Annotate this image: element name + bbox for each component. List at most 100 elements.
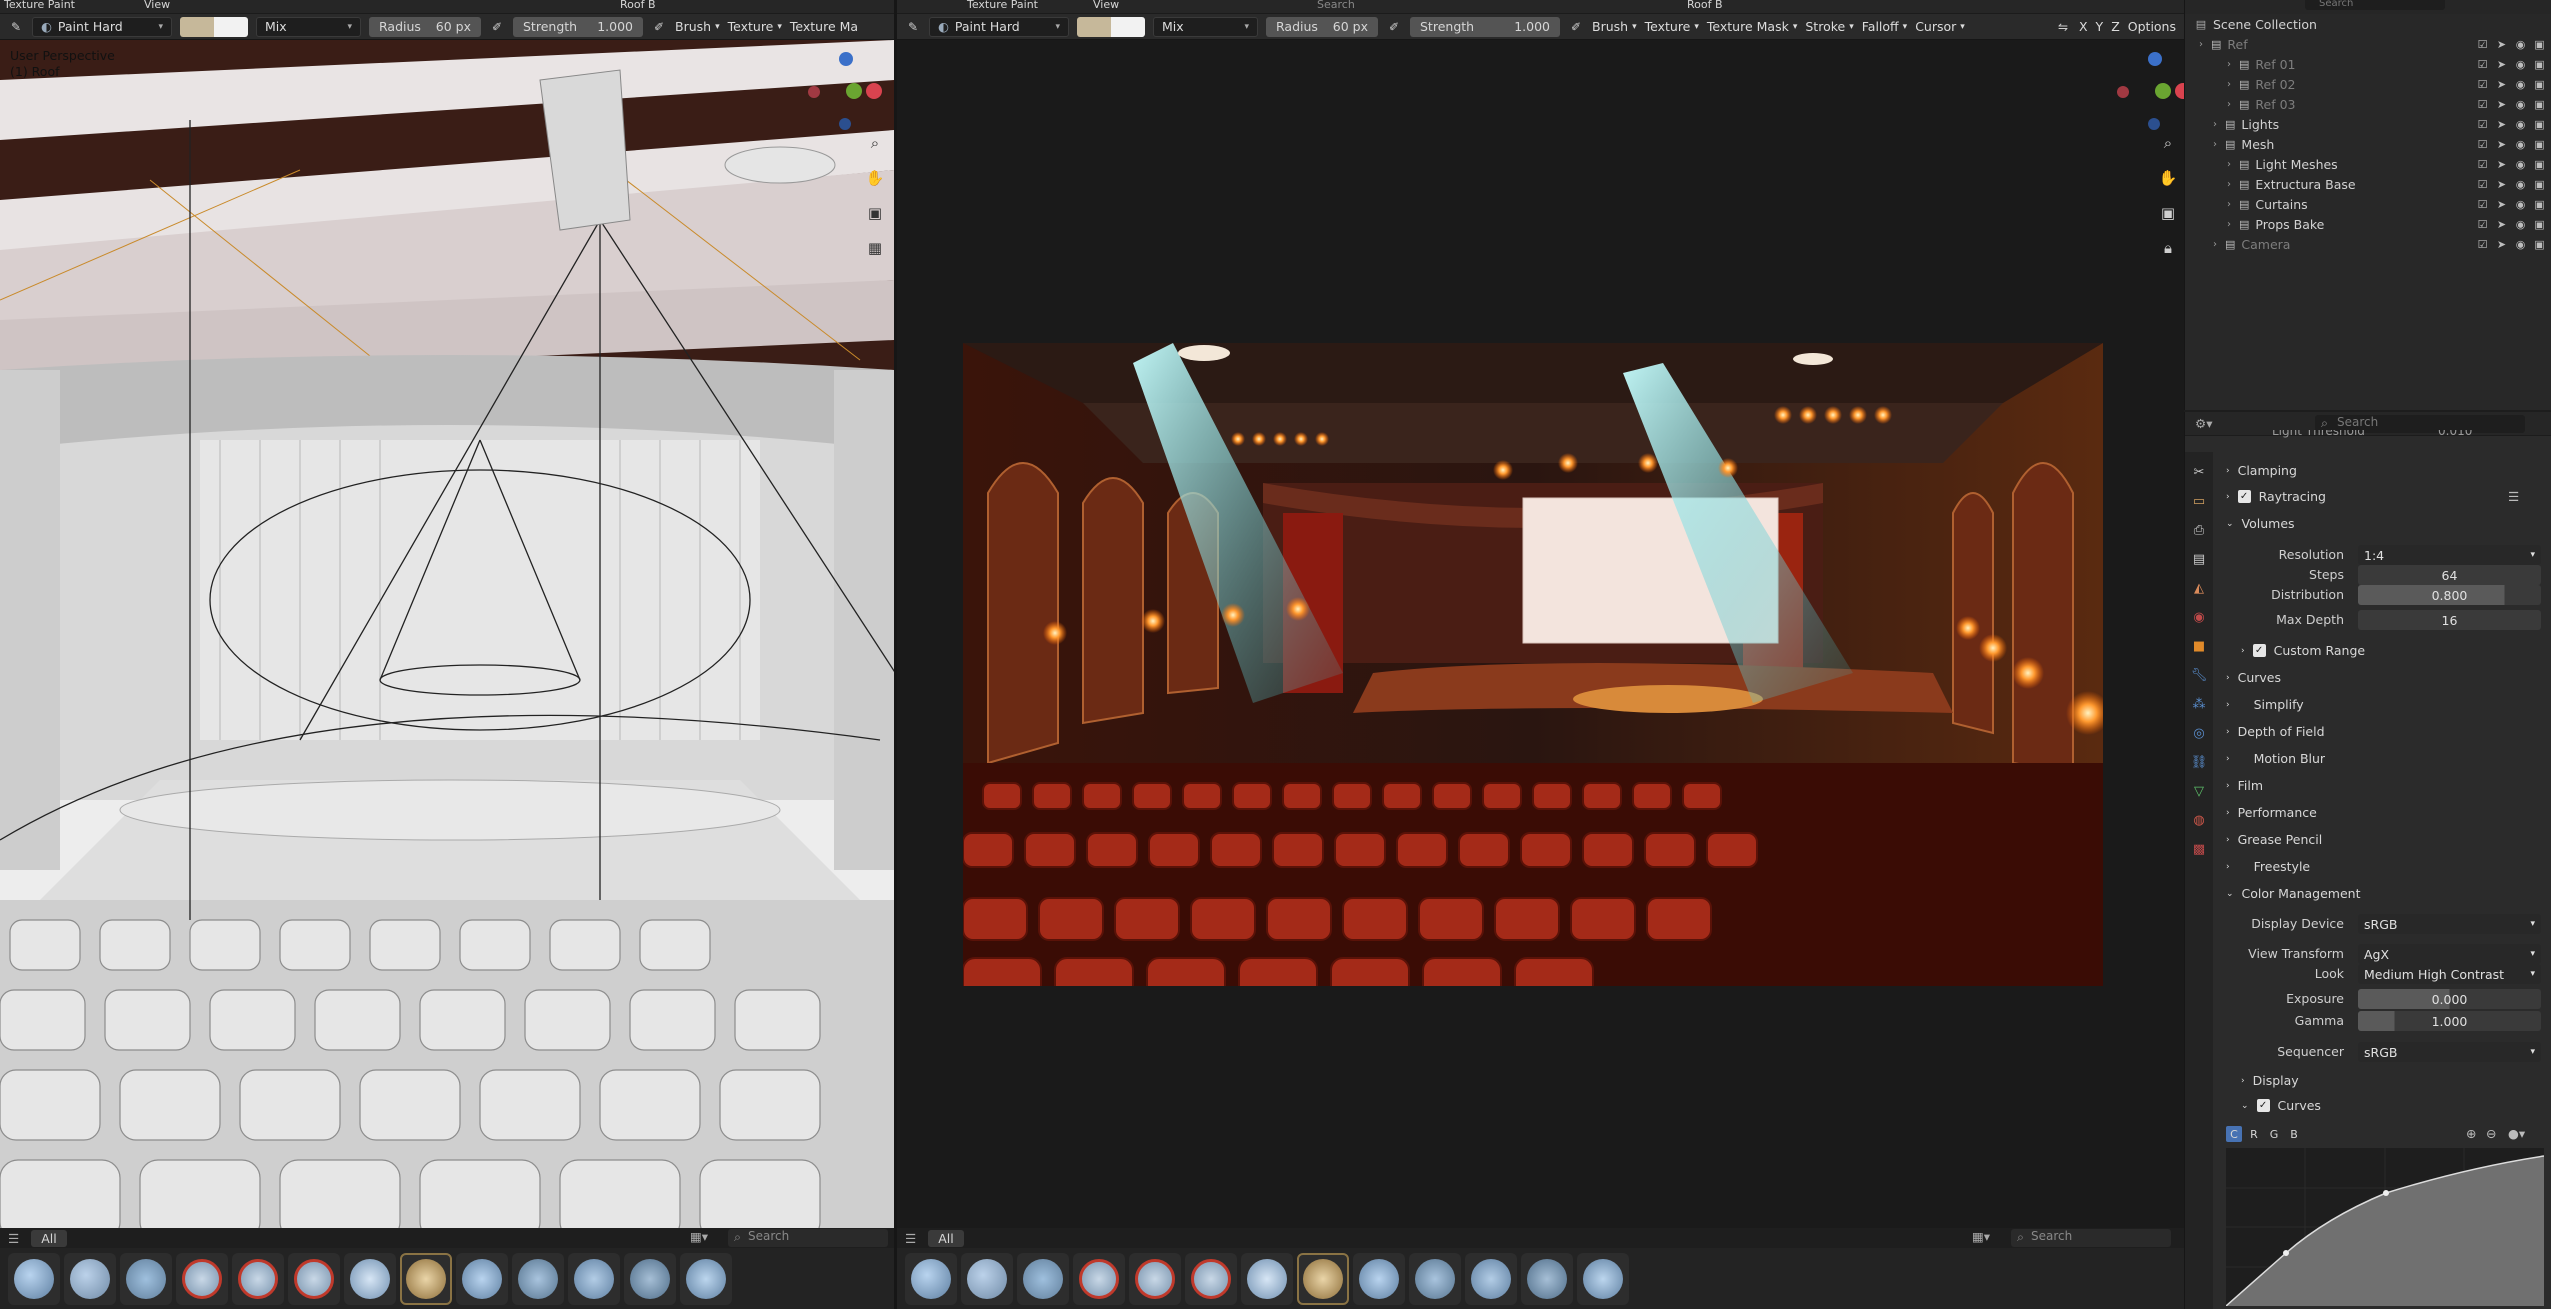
- zoom-icon[interactable]: ⌕: [2157, 132, 2179, 154]
- brush-soften[interactable]: [1465, 1252, 1517, 1305]
- chevron-right-icon[interactable]: ›: [2213, 239, 2225, 250]
- eye-icon[interactable]: ◉: [2513, 177, 2528, 192]
- select-arrow-icon[interactable]: ➤: [2494, 97, 2509, 112]
- constraints-tab-icon[interactable]: ⛓︎: [2189, 752, 2209, 772]
- primary-color-swatch[interactable]: [180, 16, 214, 37]
- gamma-slider[interactable]: 1.000: [2358, 1011, 2541, 1031]
- brush-airbrush[interactable]: [1521, 1252, 1573, 1305]
- right-texture-menu[interactable]: Texture ▾: [1645, 19, 1699, 34]
- exclude-checkbox-icon[interactable]: ☑: [2475, 137, 2490, 152]
- channel-r-button[interactable]: R: [2246, 1126, 2262, 1142]
- data-tab-icon[interactable]: ▽: [2189, 781, 2209, 801]
- gizmo-neg-z-axis[interactable]: [2148, 118, 2160, 130]
- left-mode-label[interactable]: Texture Paint: [4, 0, 75, 11]
- curve-tools-dropdown[interactable]: ●▾: [2508, 1126, 2525, 1141]
- right-stroke-menu[interactable]: Stroke ▾: [1805, 19, 1853, 34]
- select-arrow-icon[interactable]: ➤: [2494, 197, 2509, 212]
- camera-render-icon[interactable]: ▣: [2532, 237, 2547, 252]
- eye-icon[interactable]: ◉: [2513, 217, 2528, 232]
- chevron-right-icon[interactable]: ›: [2227, 79, 2239, 90]
- left-brush-menu[interactable]: Brush ▾: [675, 19, 720, 34]
- brush-erase-hard[interactable]: [1073, 1252, 1125, 1305]
- left-asset-search[interactable]: Search: [728, 1229, 888, 1247]
- chevron-right-icon[interactable]: ›: [2227, 199, 2239, 210]
- camera-render-icon[interactable]: ▣: [2532, 37, 2547, 52]
- texture-tab-icon[interactable]: ▩: [2189, 839, 2209, 859]
- scene-collection-row[interactable]: ▤ Scene Collection: [2185, 14, 2551, 34]
- object-tab-icon[interactable]: ■: [2189, 636, 2209, 656]
- left-texture-mask-menu[interactable]: Texture Ma: [790, 19, 858, 34]
- zoom-icon[interactable]: ⌕: [864, 132, 886, 154]
- right-object-name[interactable]: Roof B: [1687, 0, 1723, 11]
- eye-icon[interactable]: ◉: [2513, 137, 2528, 152]
- brush-erase-hard-pressure[interactable]: [1185, 1252, 1237, 1305]
- lock-icon[interactable]: 🔒︎: [2157, 237, 2179, 259]
- select-arrow-icon[interactable]: ➤: [2494, 117, 2509, 132]
- select-arrow-icon[interactable]: ➤: [2494, 137, 2509, 152]
- chevron-right-icon[interactable]: ›: [2227, 59, 2239, 70]
- gizmo-y-axis[interactable]: [2155, 83, 2171, 99]
- exposure-slider[interactable]: 0.000: [2358, 989, 2541, 1009]
- left-texture-menu[interactable]: Texture ▾: [728, 19, 782, 34]
- right-view-menu[interactable]: View: [1093, 0, 1119, 11]
- outliner-row[interactable]: › ▤ Light Meshes ☑ ➤ ◉ ▣: [2185, 154, 2551, 174]
- right-cursor-menu[interactable]: Cursor ▾: [1915, 19, 1965, 34]
- right-falloff-menu[interactable]: Falloff ▾: [1862, 19, 1907, 34]
- section-freestyle[interactable]: › Freestyle: [2226, 859, 2310, 874]
- pressure-icon[interactable]: ✐: [651, 19, 667, 35]
- right-blend-mode-dropdown[interactable]: Mix ▾: [1153, 16, 1258, 37]
- mirror-x-toggle[interactable]: X: [2079, 19, 2088, 34]
- outliner-row[interactable]: › ▤ Ref ☑ ➤ ◉ ▣: [2185, 34, 2551, 54]
- look-dropdown[interactable]: Medium High Contrast ▾: [2358, 964, 2541, 984]
- modifier-tab-icon[interactable]: 🔧︎: [2189, 665, 2209, 685]
- tab-all-right[interactable]: All: [928, 1229, 964, 1247]
- brush-smear[interactable]: [1409, 1252, 1461, 1305]
- exclude-checkbox-icon[interactable]: ☑: [2475, 97, 2490, 112]
- outliner-row[interactable]: › ▤ Ref 01 ☑ ➤ ◉ ▣: [2185, 54, 2551, 74]
- secondary-color-swatch[interactable]: [214, 16, 248, 37]
- resolution-dropdown[interactable]: 1:4 ▾: [2358, 545, 2541, 565]
- brush-erase-soft[interactable]: [232, 1252, 284, 1305]
- section-volumes[interactable]: ⌄ Volumes: [2226, 516, 2295, 531]
- navigation-gizmo[interactable]: [806, 52, 882, 142]
- scene-tab-icon[interactable]: ◭: [2189, 578, 2209, 598]
- select-arrow-icon[interactable]: ➤: [2494, 237, 2509, 252]
- select-arrow-icon[interactable]: ➤: [2494, 77, 2509, 92]
- exclude-checkbox-icon[interactable]: ☑: [2475, 37, 2490, 52]
- output-tab-icon[interactable]: ⎙: [2189, 520, 2209, 540]
- chevron-right-icon[interactable]: ›: [2213, 139, 2225, 150]
- gizmo-neg-x-axis[interactable]: [808, 86, 820, 98]
- hamburger-icon[interactable]: ☰: [905, 1231, 916, 1246]
- section-simplify[interactable]: › Simplify: [2226, 697, 2304, 712]
- brush-paint-soft[interactable]: [64, 1252, 116, 1305]
- chevron-right-icon[interactable]: ›: [2227, 179, 2239, 190]
- brush-paint-hard[interactable]: [905, 1252, 957, 1305]
- editor-type-icon[interactable]: ⚙▾: [2195, 416, 2212, 431]
- navigation-gizmo[interactable]: [2115, 52, 2184, 142]
- curve-point[interactable]: [2383, 1190, 2389, 1196]
- brush-fill[interactable]: [344, 1252, 396, 1305]
- gizmo-neg-x-axis[interactable]: [2117, 86, 2129, 98]
- outliner-row[interactable]: › ▤ Extructura Base ☑ ➤ ◉ ▣: [2185, 174, 2551, 194]
- left-view-menu[interactable]: View: [144, 0, 170, 11]
- outliner-row[interactable]: › ▤ Props Bake ☑ ➤ ◉ ▣: [2185, 214, 2551, 234]
- eye-icon[interactable]: ◉: [2513, 237, 2528, 252]
- subsection-curves[interactable]: ⌄ ✓ Curves: [2241, 1098, 2321, 1113]
- exclude-checkbox-icon[interactable]: ☑: [2475, 197, 2490, 212]
- camera-view-icon[interactable]: ▣: [864, 202, 886, 224]
- outliner-row[interactable]: › ▤ Camera ☑ ➤ ◉ ▣: [2185, 234, 2551, 254]
- camera-render-icon[interactable]: ▣: [2532, 77, 2547, 92]
- right-asset-search[interactable]: Search: [2011, 1229, 2171, 1247]
- right-mode-label[interactable]: Texture Paint: [967, 0, 1038, 11]
- camera-render-icon[interactable]: ▣: [2532, 157, 2547, 172]
- display-mode-icon[interactable]: ▦▾: [690, 1229, 708, 1244]
- brush-paint-selected[interactable]: [1297, 1252, 1349, 1305]
- camera-render-icon[interactable]: ▣: [2532, 197, 2547, 212]
- section-depth-of-field[interactable]: › Depth of Field: [2226, 724, 2325, 739]
- camera-render-icon[interactable]: ▣: [2532, 97, 2547, 112]
- brush-clone[interactable]: [1577, 1252, 1629, 1305]
- pressure-icon[interactable]: ✐: [1386, 19, 1402, 35]
- render-tab-icon[interactable]: ▭: [2189, 491, 2209, 511]
- section-raytracing[interactable]: › ✓ Raytracing: [2226, 489, 2326, 504]
- curves-checkbox[interactable]: ✓: [2256, 1099, 2270, 1112]
